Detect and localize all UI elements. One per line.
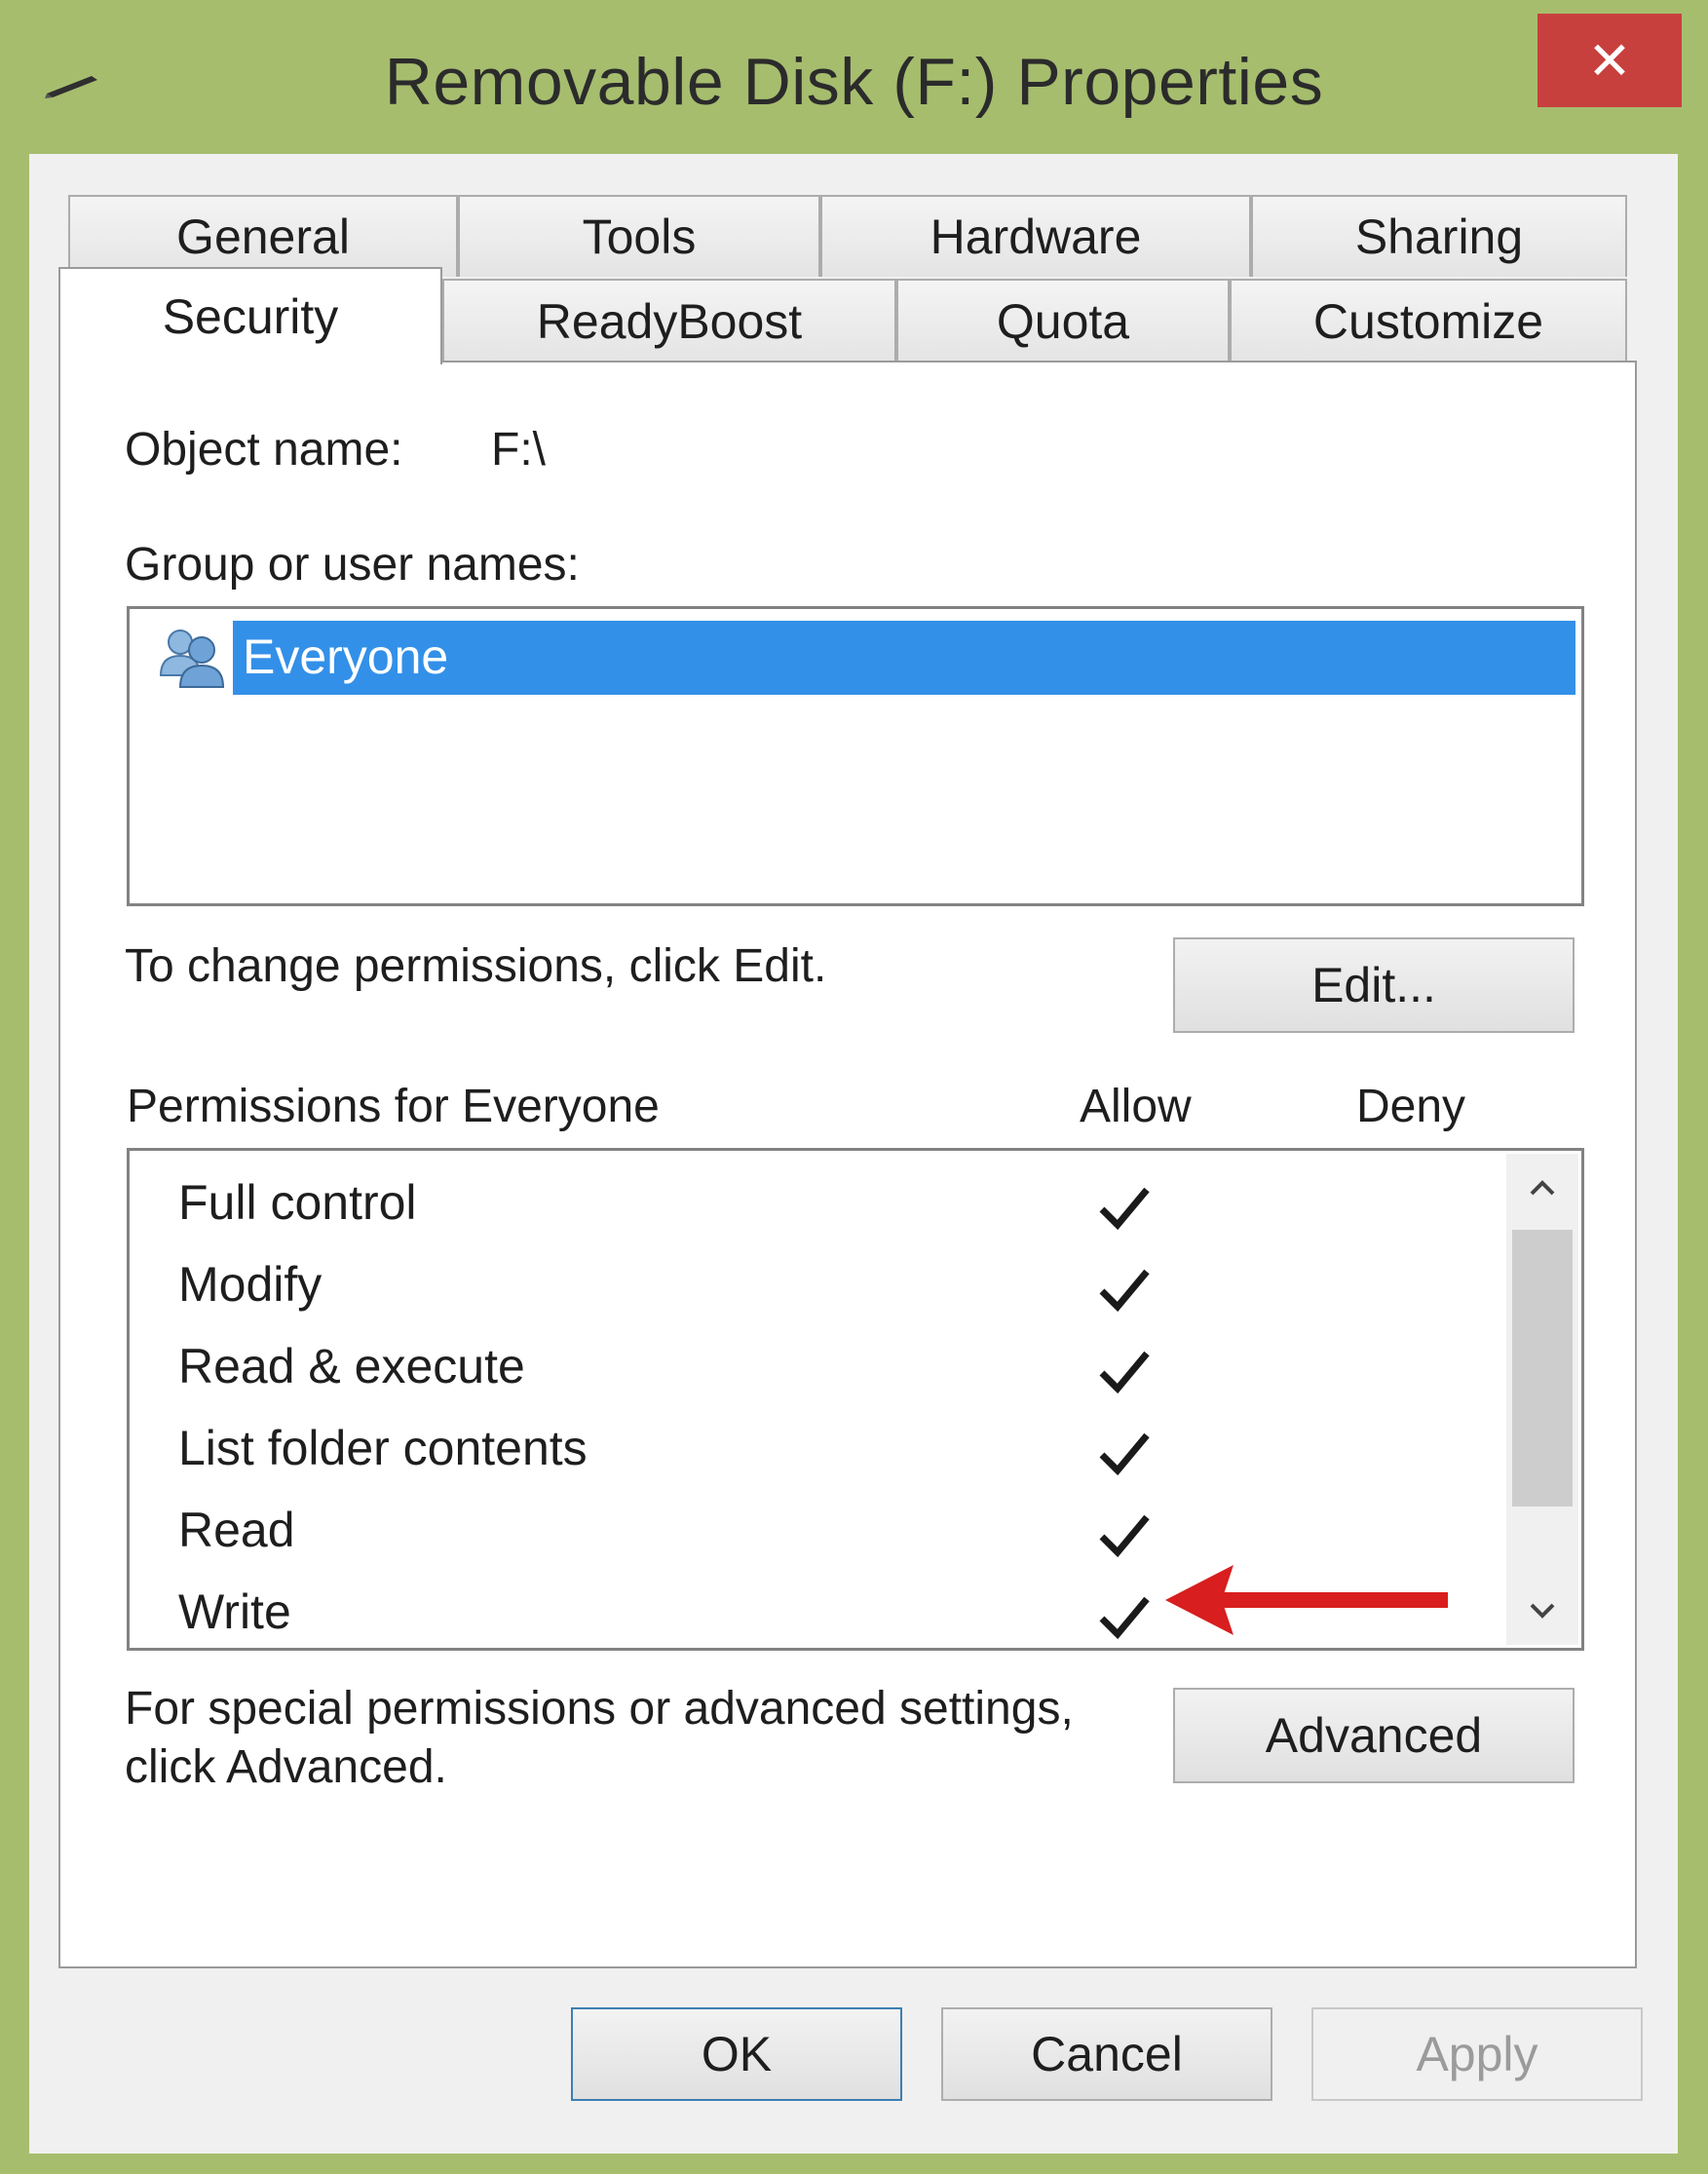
tab-label: Tools (582, 210, 697, 264)
tab-label: Security (162, 289, 339, 344)
advanced-hint-line2: click Advanced. (125, 1741, 447, 1793)
tab-label: General (176, 210, 350, 264)
chevron-down-icon[interactable] (1506, 1577, 1578, 1645)
allow-check-icon (1099, 1514, 1150, 1558)
change-permissions-hint: To change permissions, click Edit. (125, 940, 827, 992)
tab-general[interactable]: General (68, 195, 458, 277)
security-panel: Object name: F:\ Group or user names: Ev… (58, 361, 1637, 1968)
allow-check-icon (1099, 1432, 1150, 1476)
tab-sharing[interactable]: Sharing (1251, 195, 1627, 277)
tab-label: ReadyBoost (536, 294, 803, 349)
advanced-hint-line1: For special permissions or advanced sett… (125, 1683, 1074, 1735)
object-name-value: F:\ (491, 424, 546, 476)
ok-button[interactable]: OK (571, 2007, 902, 2101)
allow-header: Allow (1080, 1081, 1192, 1132)
apply-button[interactable]: Apply (1311, 2007, 1643, 2101)
list-item[interactable]: Everyone (155, 621, 1575, 695)
chevron-up-icon[interactable] (1506, 1154, 1578, 1222)
group-user-listbox[interactable]: Everyone (127, 606, 1584, 906)
red-arrow-annotation (1165, 1565, 1448, 1635)
tab-readyboost[interactable]: ReadyBoost (442, 279, 896, 362)
allow-check-icon (1099, 1596, 1150, 1640)
permission-row: List folder contents (178, 1421, 588, 1475)
allow-check-icon (1099, 1269, 1150, 1313)
deny-header: Deny (1356, 1081, 1466, 1132)
group-user-label: Group or user names: (125, 539, 580, 591)
permission-row: Modify (178, 1257, 323, 1312)
allow-check-icon (1099, 1351, 1150, 1394)
advanced-button[interactable]: Advanced (1173, 1688, 1575, 1783)
tab-label: Hardware (930, 210, 1142, 264)
edit-button[interactable]: Edit... (1173, 937, 1575, 1033)
allow-check-icon (1099, 1187, 1150, 1231)
object-name-label: Object name: (125, 424, 403, 476)
tab-security[interactable]: Security (58, 267, 442, 364)
permissions-header: Permissions for Everyone (127, 1081, 660, 1132)
tab-quota[interactable]: Quota (896, 279, 1230, 362)
permission-row: Read & execute (178, 1339, 525, 1393)
cancel-button[interactable]: Cancel (941, 2007, 1272, 2101)
user-name: Everyone (243, 629, 449, 684)
window-title: Removable Disk (F:) Properties (384, 45, 1324, 119)
tab-label: Quota (996, 294, 1130, 349)
tab-hardware[interactable]: Hardware (820, 195, 1251, 277)
tab-customize[interactable]: Customize (1230, 279, 1627, 362)
tab-label: Sharing (1354, 210, 1524, 264)
permission-row: Write (178, 1584, 291, 1639)
properties-window: Removable Disk (F:) Properties ✕ General… (0, 0, 1708, 2174)
scrollbar-thumb[interactable] (1512, 1230, 1573, 1507)
tab-tools[interactable]: Tools (458, 195, 820, 277)
close-button[interactable]: ✕ (1537, 14, 1682, 107)
users-group-icon (159, 629, 225, 688)
permissions-scrollbar[interactable] (1506, 1154, 1578, 1645)
permission-row: Read (178, 1503, 295, 1557)
permission-row: Full control (178, 1175, 417, 1230)
close-icon: ✕ (1587, 31, 1632, 91)
tab-label: Customize (1312, 294, 1544, 349)
